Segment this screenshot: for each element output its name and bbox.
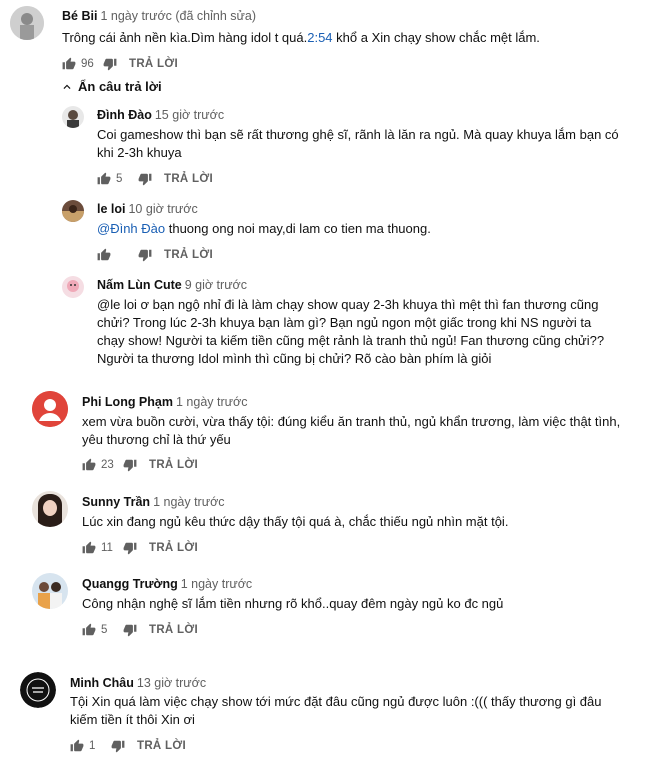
comment-text: thuong ong noi may,di lam co tien ma thu…	[165, 221, 431, 236]
thumb-up-icon[interactable]	[82, 458, 96, 472]
like-count: 96	[81, 58, 94, 70]
comment-text: Lúc xin đang ngủ kêu thức dậy thấy tội q…	[82, 514, 509, 529]
thumb-down-icon[interactable]	[123, 541, 137, 555]
comment-author[interactable]: Nấm Lùn Cute	[97, 278, 182, 292]
comment-time[interactable]: 1 ngày trước (đã chỉnh sửa)	[100, 9, 256, 23]
comment-time[interactable]: 1 ngày trước	[176, 395, 247, 409]
comment-time[interactable]: 10 giờ trước	[128, 202, 197, 216]
avatar[interactable]	[62, 106, 84, 128]
comment-author[interactable]: le loi	[97, 202, 125, 216]
reply-button[interactable]: TRẢ LỜI	[164, 173, 213, 185]
comment-text: xem vừa buồn cười, vừa thấy tội: đúng ki…	[82, 414, 621, 447]
hide-replies-button[interactable]: Ẩn câu trả lời	[60, 79, 162, 94]
comment-text: Trông cái ảnh nền kìa.Dìm hàng idol t qu…	[62, 30, 308, 45]
avatar[interactable]	[20, 672, 56, 708]
reply-button[interactable]: TRẢ LỜI	[149, 459, 198, 471]
avatar[interactable]	[32, 391, 68, 427]
thumb-up-icon[interactable]	[97, 248, 111, 262]
comment-author[interactable]: Phi Long Phạm	[82, 395, 173, 409]
thumb-down-icon[interactable]	[123, 458, 137, 472]
comment-text: Tội Xin quá làm việc chạy show tới mức đ…	[70, 694, 602, 727]
thumb-up-icon[interactable]	[82, 623, 96, 637]
comment-author[interactable]: Bé Bii	[62, 9, 97, 23]
comment-text: @le loi ơ bạn ngộ nhỉ đi là làm chạy sho…	[97, 297, 605, 366]
reply-button[interactable]: TRẢ LỜI	[149, 542, 198, 554]
hide-replies-label: Ẩn câu trả lời	[78, 79, 162, 94]
reply-button[interactable]: TRẢ LỜI	[164, 249, 213, 261]
thumb-down-icon[interactable]	[103, 57, 117, 71]
comment-time[interactable]: 9 giờ trước	[185, 278, 247, 292]
thumb-up-icon[interactable]	[82, 541, 96, 555]
comment-author[interactable]: Minh Châu	[70, 676, 134, 690]
avatar[interactable]	[32, 573, 68, 609]
comment-author[interactable]: Quangg Trường	[82, 577, 178, 591]
comment-text: Công nhận nghệ sĩ lắm tiền nhưng rõ khổ.…	[82, 596, 504, 611]
avatar[interactable]	[32, 491, 68, 527]
chevron-up-icon	[63, 84, 71, 89]
reply-button[interactable]: TRẢ LỜI	[149, 624, 198, 636]
comment-text: Coi gameshow thì bạn sẽ rất thương ghệ s…	[97, 127, 619, 160]
thumb-down-icon[interactable]	[111, 739, 125, 753]
like-count: 5	[101, 624, 108, 636]
mention-link[interactable]: @Đình Đào	[97, 221, 165, 236]
avatar[interactable]	[62, 200, 84, 222]
like-count: 5	[116, 173, 123, 185]
avatar[interactable]	[10, 6, 44, 40]
comment-author[interactable]: Đình Đào	[97, 108, 152, 122]
reply-button[interactable]: TRẢ LỜI	[129, 58, 178, 70]
thumb-down-icon[interactable]	[138, 248, 152, 262]
thumb-down-icon[interactable]	[123, 623, 137, 637]
timestamp-link[interactable]: 2:54	[307, 30, 332, 45]
thumb-up-icon[interactable]	[70, 739, 84, 753]
comment-text-rest: khổ a Xin chạy show chắc mệt lắm.	[332, 30, 540, 45]
like-count: 1	[89, 740, 96, 752]
thumb-up-icon[interactable]	[62, 57, 76, 71]
comment-author[interactable]: Sunny Trần	[82, 495, 150, 509]
comment-time[interactable]: 13 giờ trước	[137, 676, 206, 690]
avatar[interactable]	[62, 276, 84, 298]
comment-time[interactable]: 1 ngày trước	[181, 577, 252, 591]
reply-button[interactable]: TRẢ LỜI	[137, 740, 186, 752]
comment-time[interactable]: 15 giờ trước	[155, 108, 224, 122]
like-count: 23	[101, 459, 114, 471]
thumb-up-icon[interactable]	[97, 172, 111, 186]
like-count: 11	[101, 542, 113, 554]
thumb-down-icon[interactable]	[138, 172, 152, 186]
comment-time[interactable]: 1 ngày trước	[153, 495, 224, 509]
